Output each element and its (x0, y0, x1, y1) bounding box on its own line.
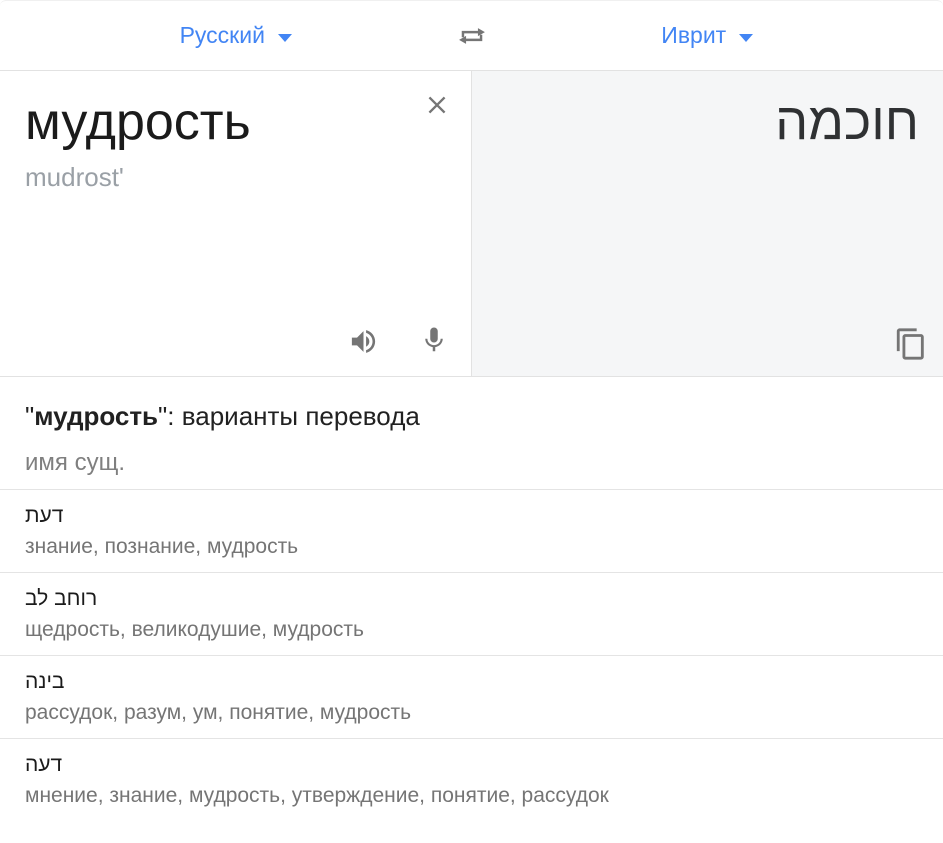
target-language-label: Иврит (661, 22, 727, 48)
source-language-button[interactable]: Русский (174, 18, 298, 53)
variant-translations: знание, познание, мудрость (25, 535, 299, 558)
target-language-button[interactable]: Иврит (655, 18, 759, 53)
variants-title: "мудрость": варианты перевода (25, 401, 918, 432)
variants-header: "мудрость": варианты перевода имя сущ. (0, 377, 943, 490)
swap-arrows-icon (458, 27, 485, 44)
target-panel: חוכמה (471, 71, 943, 376)
translation-panels: мудрость mudrost' חוכמה (0, 71, 943, 377)
chevron-down-icon (739, 33, 754, 42)
source-language-label: Русский (179, 22, 265, 48)
translation-variants-section: "мудрость": варианты перевода имя сущ. ד… (0, 377, 943, 821)
variant-translations: мнение, знание, мудрость, утверждение, п… (25, 784, 609, 807)
variant-row[interactable]: בינה рассудок, разум, ум, понятие, мудро… (0, 656, 943, 739)
microphone-button[interactable] (419, 323, 449, 357)
source-audio-controls (348, 323, 449, 357)
speaker-icon (351, 330, 376, 353)
source-panel: мудрость mudrost' (0, 71, 471, 376)
variant-term[interactable]: דעה (25, 753, 918, 777)
variant-translations: щедрость, великодушие, мудрость (25, 618, 364, 641)
variant-term[interactable]: דעת (25, 504, 918, 528)
language-bar: Русский Иврит (0, 0, 943, 71)
clear-source-button[interactable] (423, 91, 451, 119)
variants-title-rest: ": варианты перевода (158, 401, 420, 431)
chevron-down-icon (277, 33, 292, 42)
variant-term[interactable]: רוחב לב (25, 587, 918, 611)
variants-title-term: мудрость (34, 401, 159, 431)
target-language-half: Иврит (472, 18, 943, 53)
variant-translations: рассудок, разум, ум, понятие, мудрость (25, 701, 412, 724)
variants-title-open-quote: " (25, 401, 35, 431)
source-language-half: Русский (0, 18, 472, 53)
transliteration-label: mudrost' (25, 162, 124, 193)
variant-row[interactable]: דעת знание, познание, мудрость (0, 490, 943, 573)
listen-button[interactable] (348, 326, 379, 357)
copy-icon (896, 328, 924, 360)
variant-row[interactable]: רוחב לב щедрость, великодушие, мудрость (0, 573, 943, 656)
translation-text[interactable]: חוכמה (472, 92, 919, 153)
variant-row[interactable]: דעה мнение, знание, мудрость, утверждени… (0, 739, 943, 821)
variant-term[interactable]: בינה (25, 670, 918, 694)
source-text-input[interactable]: мудрость (25, 92, 411, 153)
copy-translation-button[interactable] (894, 327, 928, 361)
close-icon (428, 96, 446, 114)
part-of-speech-label: имя сущ. (25, 449, 125, 476)
google-translate-widget: Русский Иврит мудрость mudrost' חוכמה "м… (0, 0, 943, 843)
microphone-icon (425, 327, 443, 352)
swap-languages-button[interactable] (454, 21, 489, 51)
